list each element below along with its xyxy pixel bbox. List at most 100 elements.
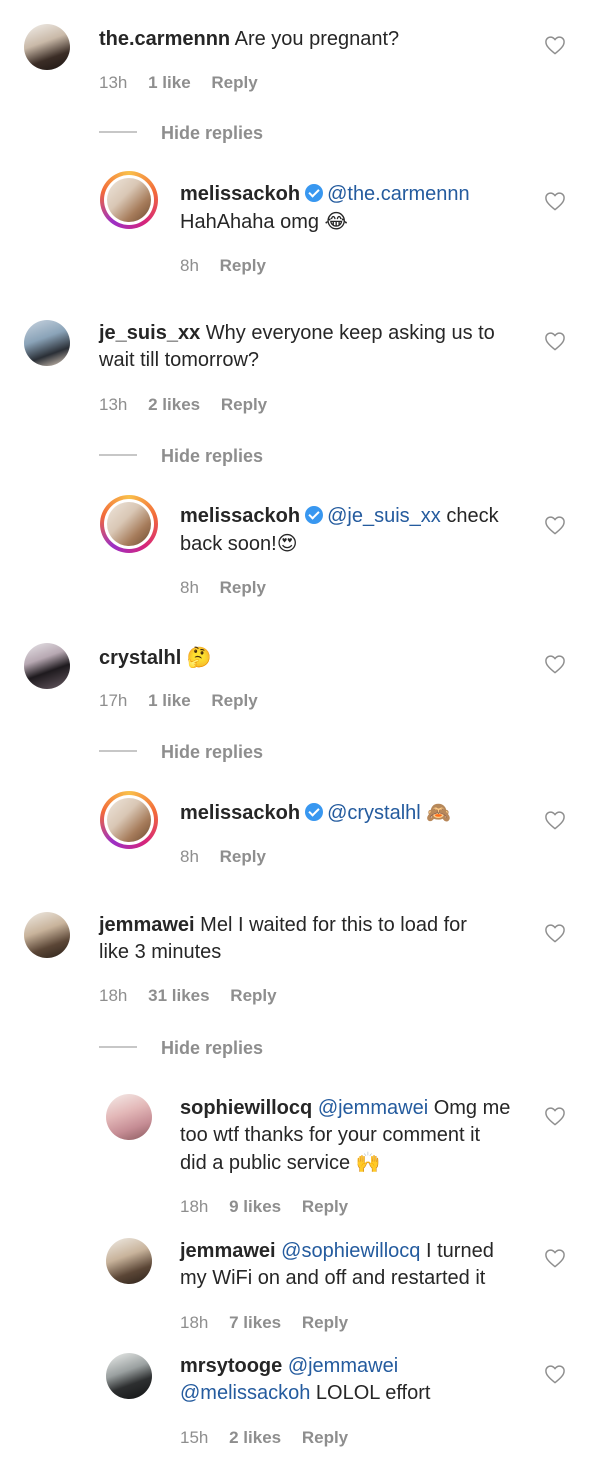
like-heart-icon[interactable] [544, 923, 566, 943]
username[interactable]: crystalhl [99, 647, 181, 669]
comment-text: je_suis_xx Why everyone keep asking us t… [99, 320, 495, 374]
timestamp: 17h [99, 691, 128, 710]
username[interactable]: the.carmennn [99, 28, 230, 50]
mention-link[interactable]: @je_suis_xx [327, 505, 441, 527]
reply-text: melissackoh @the.carmennn HahAhaha omg 😂 [180, 181, 470, 236]
reply-text: melissackoh @crystalhl 🙈 [180, 799, 451, 827]
emoji: 😍 [276, 531, 298, 555]
reply-meta: 18h 9 likes Reply [180, 1197, 364, 1217]
mention-link[interactable]: @jemmawei [288, 1355, 398, 1377]
reply-button[interactable]: Reply [302, 1313, 348, 1332]
reply-meta: 8h Reply [180, 847, 282, 867]
like-count[interactable]: 2 likes [148, 395, 200, 414]
username[interactable]: melissackoh [180, 183, 300, 205]
reply-meta: 8h Reply [180, 256, 282, 276]
reply-body: LOLOL effort [315, 1382, 431, 1404]
avatar[interactable] [100, 171, 158, 229]
like-heart-icon[interactable] [544, 1248, 566, 1268]
verified-badge-icon [305, 803, 324, 821]
avatar[interactable] [24, 643, 70, 689]
reply-button[interactable]: Reply [230, 986, 276, 1005]
divider [99, 454, 137, 457]
username[interactable]: melissackoh [180, 505, 300, 527]
username[interactable]: mrsytooge [180, 1355, 282, 1377]
like-heart-icon[interactable] [544, 35, 566, 55]
comment-meta: 18h 31 likes Reply [99, 986, 293, 1006]
reply-button[interactable]: Reply [211, 691, 257, 710]
like-heart-icon[interactable] [544, 1364, 566, 1384]
reply-body-line2: my WiFi on and off and restarted it [180, 1267, 486, 1289]
reply-button[interactable]: Reply [220, 847, 266, 866]
like-heart-icon[interactable] [544, 810, 566, 830]
reply-text: mrsytooge @jemmawei @melissackoh LOLOL e… [180, 1353, 430, 1407]
timestamp: 8h [180, 256, 199, 275]
timestamp: 15h [180, 1428, 209, 1447]
reply-body-line3: did a public service [180, 1152, 351, 1174]
comment-body-line2: like 3 minutes [99, 941, 222, 963]
like-count[interactable]: 1 like [148, 73, 191, 92]
emoji: 🙈 [426, 800, 452, 824]
reply-body-line2: too wtf thanks for your comment it [180, 1124, 481, 1146]
avatar[interactable] [24, 24, 70, 70]
mention-link[interactable]: @melissackoh [180, 1382, 310, 1404]
reply-button[interactable]: Reply [221, 395, 267, 414]
reply-button[interactable]: Reply [220, 578, 266, 597]
hide-replies-button[interactable]: Hide replies [99, 123, 263, 144]
username[interactable]: jemmawei [99, 914, 195, 936]
mention-link[interactable]: @sophiewillocq [281, 1240, 420, 1262]
hide-replies-button[interactable]: Hide replies [99, 742, 263, 763]
reply-button[interactable]: Reply [302, 1428, 348, 1447]
mention-link[interactable]: @crystalhl [327, 802, 421, 824]
reply-body: HahAhaha omg [180, 211, 319, 233]
like-count[interactable]: 2 likes [229, 1428, 281, 1447]
avatar[interactable] [24, 912, 70, 958]
divider [99, 131, 137, 134]
avatar[interactable] [100, 495, 158, 553]
username[interactable]: sophiewillocq [180, 1097, 312, 1119]
hide-replies-button[interactable]: Hide replies [99, 1038, 263, 1059]
like-heart-icon[interactable] [544, 1106, 566, 1126]
avatar[interactable] [106, 1094, 152, 1140]
hide-replies-button[interactable]: Hide replies [99, 446, 263, 467]
comment-meta: 13h 1 like Reply [99, 73, 274, 93]
reply-body: Omg me [433, 1097, 511, 1119]
reply-meta: 18h 7 likes Reply [180, 1313, 364, 1333]
mention-link[interactable]: @jemmawei [318, 1097, 428, 1119]
timestamp: 8h [180, 578, 199, 597]
emoji: 😂 [324, 209, 348, 233]
timestamp: 18h [99, 986, 128, 1005]
avatar[interactable] [106, 1353, 152, 1399]
comment-text: jemmawei Mel I waited for this to load f… [99, 912, 467, 966]
comment-body: Why everyone keep asking us to [205, 322, 495, 344]
like-count[interactable]: 9 likes [229, 1197, 281, 1216]
avatar[interactable] [106, 1238, 152, 1284]
divider [99, 1046, 137, 1049]
like-heart-icon[interactable] [544, 654, 566, 674]
mention-link[interactable]: @the.carmennn [327, 183, 470, 205]
reply-meta: 8h Reply [180, 578, 282, 598]
reply-button[interactable]: Reply [302, 1197, 348, 1216]
reply-text: sophiewillocq @jemmawei Omg me too wtf t… [180, 1095, 510, 1177]
like-heart-icon[interactable] [544, 331, 566, 351]
like-count[interactable]: 1 like [148, 691, 191, 710]
like-heart-icon[interactable] [544, 515, 566, 535]
reply-text: melissackoh @je_suis_xx check back soon!😍 [180, 503, 499, 558]
emoji: 🙌 [355, 1150, 381, 1174]
comment-body-line2: wait till tomorrow? [99, 349, 260, 371]
reply-button[interactable]: Reply [211, 73, 257, 92]
like-heart-icon[interactable] [544, 191, 566, 211]
avatar[interactable] [100, 791, 158, 849]
comment-item: the.carmennn Are you pregnant? 13h 1 lik… [0, 0, 600, 300]
comment-body: Mel I waited for this to load for [200, 914, 467, 936]
timestamp: 8h [180, 847, 199, 866]
like-count[interactable]: 31 likes [148, 986, 209, 1005]
comment-text: the.carmennn Are you pregnant? [99, 26, 399, 53]
reply-button[interactable]: Reply [220, 256, 266, 275]
verified-badge-icon [305, 184, 324, 202]
username[interactable]: jemmawei [180, 1240, 276, 1262]
username[interactable]: je_suis_xx [99, 322, 200, 344]
reply-body: I turned [426, 1240, 494, 1262]
avatar[interactable] [24, 320, 70, 366]
like-count[interactable]: 7 likes [229, 1313, 281, 1332]
username[interactable]: melissackoh [180, 802, 300, 824]
